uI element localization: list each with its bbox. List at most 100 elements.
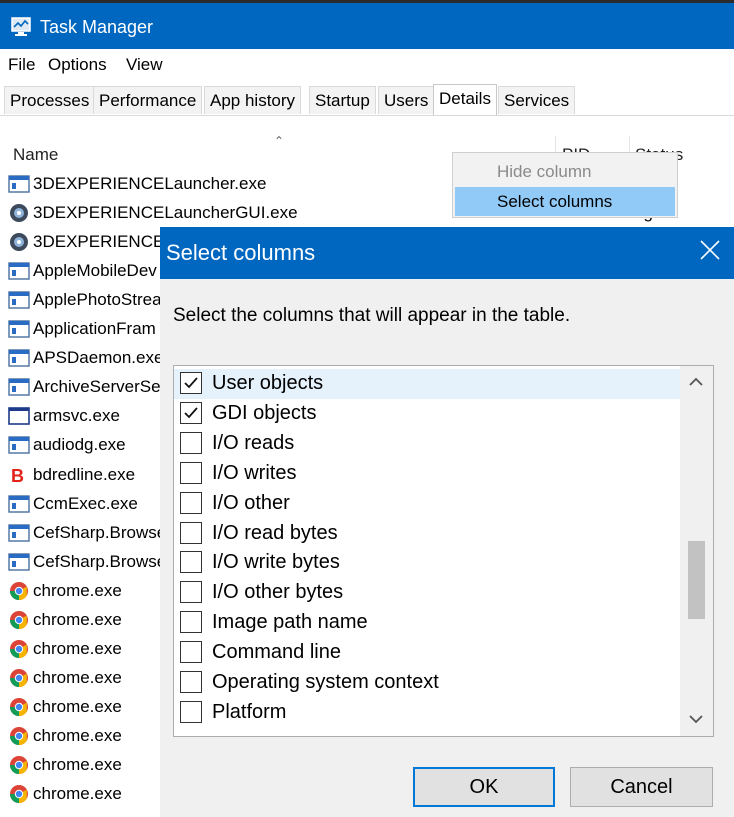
tab-app-history[interactable]: App history xyxy=(204,86,302,114)
column-checkbox[interactable] xyxy=(180,491,202,514)
chrome-icon xyxy=(9,785,28,804)
column-checkbox[interactable] xyxy=(180,551,202,574)
chrome-icon xyxy=(9,610,28,629)
tab-divider xyxy=(0,115,734,116)
dialog-title: Select columns xyxy=(166,240,316,265)
column-checkbox[interactable] xyxy=(180,401,202,424)
process-name: chrome.exe xyxy=(33,725,122,745)
chevron-down-icon xyxy=(689,715,703,724)
window-icon xyxy=(8,378,30,397)
tab-services[interactable]: Services xyxy=(498,86,576,114)
column-option-label: GDI objects xyxy=(212,401,317,424)
tab-startup[interactable]: Startup xyxy=(309,86,376,114)
scroll-thumb[interactable] xyxy=(688,541,705,619)
column-checkbox[interactable] xyxy=(180,461,202,484)
select-columns-menu-item[interactable]: Select columns xyxy=(455,187,675,216)
scroll-up-button[interactable] xyxy=(680,366,713,398)
tab-processes[interactable]: Processes xyxy=(4,86,96,114)
column-option[interactable]: I/O reads xyxy=(174,429,681,459)
tab-users[interactable]: Users xyxy=(378,86,435,114)
scrollbar[interactable] xyxy=(680,366,713,736)
column-checkbox[interactable] xyxy=(180,581,202,604)
window-icon xyxy=(8,552,30,571)
menu-bar: File Options View xyxy=(0,50,734,80)
column-checkbox[interactable] xyxy=(180,611,202,634)
tab-details[interactable]: Details xyxy=(433,84,497,115)
process-name: ApplicationFram xyxy=(33,319,156,339)
select-columns-dialog: Select columns Select the columns that w… xyxy=(160,227,734,817)
window-icon xyxy=(8,436,30,455)
menu-options[interactable]: Options xyxy=(48,55,107,75)
sort-ascending-icon: ⌃ xyxy=(274,134,285,148)
process-name: chrome.exe xyxy=(33,784,122,804)
process-name: chrome.exe xyxy=(33,580,122,600)
column-option[interactable]: User objects xyxy=(174,369,681,399)
dialog-description: Select the columns that will appear in t… xyxy=(173,305,571,326)
scroll-down-button[interactable] xyxy=(680,704,713,736)
column-option[interactable]: I/O other bytes xyxy=(174,578,681,608)
process-name: CefSharp.Browse xyxy=(33,522,167,542)
3dexperience-icon xyxy=(10,204,28,223)
column-option[interactable]: Command line xyxy=(174,638,681,668)
menu-file[interactable]: File xyxy=(8,55,35,75)
column-checkbox[interactable] xyxy=(180,431,202,454)
process-name: AppleMobileDev xyxy=(33,261,157,281)
menu-view[interactable]: View xyxy=(126,55,163,75)
chevron-up-icon xyxy=(689,377,703,386)
process-name: bdredline.exe xyxy=(33,464,136,484)
column-option[interactable]: Platform xyxy=(174,698,681,728)
column-option-label: Platform xyxy=(212,700,287,723)
cancel-button[interactable]: Cancel xyxy=(570,767,713,807)
column-option-label: I/O write bytes xyxy=(212,551,340,574)
bitdefender-icon: B xyxy=(11,466,24,485)
column-option[interactable]: I/O writes xyxy=(174,459,681,489)
columns-checklist: User objects GDI objects I/O reads I/O writ… xyxy=(173,365,714,737)
task-manager-icon xyxy=(11,17,31,36)
title-bar[interactable]: Task Manager xyxy=(0,3,734,49)
column-option-label: I/O read bytes xyxy=(212,521,338,544)
process-name: chrome.exe xyxy=(33,696,122,716)
chrome-icon xyxy=(9,697,28,716)
process-name: ApplePhotoStrea xyxy=(33,290,162,310)
column-checkbox[interactable] xyxy=(180,671,202,693)
app-window-icon xyxy=(8,407,30,426)
window-icon xyxy=(8,320,30,338)
column-option[interactable]: Operating system context xyxy=(174,668,681,698)
window-icon xyxy=(8,291,30,309)
column-checkbox[interactable] xyxy=(180,372,202,394)
process-name: 3DEXPERIENCELauncher.exe xyxy=(33,174,267,193)
column-option[interactable]: I/O other xyxy=(174,489,681,519)
column-context-menu: Hide column Select columns xyxy=(452,152,678,218)
process-name: 3DEXPERIENCEL xyxy=(33,232,174,252)
process-name: CefSharp.Browse xyxy=(33,551,167,571)
tab-bar: Processes Performance App history Startu… xyxy=(0,84,734,116)
column-option-label: I/O writes xyxy=(212,461,297,484)
chrome-icon xyxy=(9,726,28,745)
dialog-title-bar[interactable]: Select columns xyxy=(160,227,734,279)
column-option[interactable]: Image path name xyxy=(174,608,681,638)
column-checkbox[interactable] xyxy=(180,521,202,544)
column-option[interactable]: I/O write bytes xyxy=(174,548,681,578)
column-option[interactable]: GDI objects xyxy=(174,399,681,429)
column-checkbox[interactable] xyxy=(180,700,202,723)
process-name: chrome.exe xyxy=(33,609,122,629)
checkmark-icon xyxy=(184,407,198,419)
window-icon xyxy=(8,494,30,513)
window-title: Task Manager xyxy=(40,17,154,37)
chrome-icon xyxy=(9,581,28,600)
close-icon xyxy=(700,240,720,260)
process-name: chrome.exe xyxy=(33,755,122,774)
tab-performance[interactable]: Performance xyxy=(93,86,203,114)
column-option-label: Command line xyxy=(212,641,341,664)
process-name: audiodg.exe xyxy=(33,435,126,455)
column-option[interactable]: I/O read bytes xyxy=(174,519,681,549)
ok-button[interactable]: OK xyxy=(413,767,555,807)
dialog-close-button[interactable] xyxy=(686,227,734,279)
hide-column-menu-item: Hide column xyxy=(497,162,592,181)
column-checkbox[interactable] xyxy=(180,641,202,664)
svg-text:B: B xyxy=(11,466,24,485)
process-name: chrome.exe xyxy=(33,667,122,687)
chrome-icon xyxy=(9,756,28,774)
chrome-icon xyxy=(9,668,28,687)
column-option-label: I/O reads xyxy=(212,431,295,454)
